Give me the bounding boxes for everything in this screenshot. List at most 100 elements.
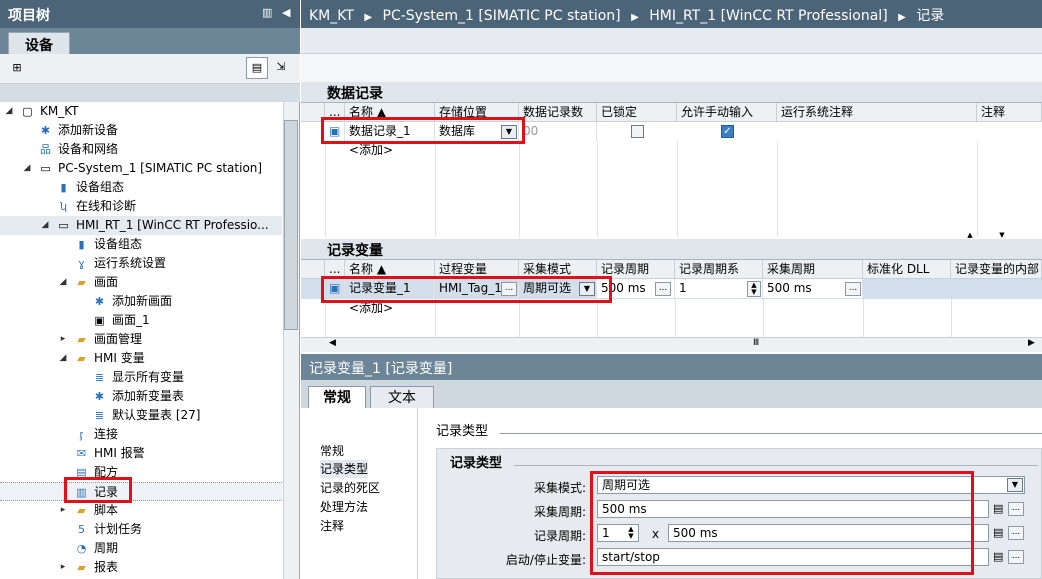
list-icon[interactable]: ▤ (993, 526, 1003, 539)
tree-item-hmi-tags[interactable]: ◢ ▰ HMI 变量 (0, 349, 282, 368)
tree-item-hmi-rt[interactable]: ◢ ▭ HMI_RT_1 [WinCC RT Professio... (0, 216, 282, 235)
tag-browse-button[interactable]: ... (501, 282, 517, 296)
tree-item-pc-system[interactable]: ◢ ▭ PC-System_1 [SIMATIC PC station] (0, 159, 282, 178)
col-header-comment[interactable]: 注释 (977, 103, 1042, 122)
datalog-add-row[interactable]: <添加> (345, 141, 435, 160)
datalog-section-title: 数据记录 (301, 82, 1042, 102)
col-header-acq-mode[interactable]: 采集模式 (519, 260, 597, 279)
collapse-left-icon[interactable]: ◀ (282, 6, 290, 19)
view-icon[interactable]: ▤ (246, 57, 268, 79)
nav-log-type[interactable]: 记录类型 (320, 460, 369, 478)
log-factor-spinner[interactable]: ▲ ▼ (624, 526, 638, 542)
nav-deadband[interactable]: 记录的死区 (320, 479, 380, 497)
col-header-log-cycle[interactable]: 记录周期 (597, 260, 675, 279)
screen-icon: ▣ (94, 314, 105, 327)
tree-item-scripts[interactable]: ▸ ▰ 脚本 (0, 501, 282, 520)
diagnostics-icon: ʮ (59, 200, 68, 213)
folder-icon: ▰ (77, 561, 86, 574)
breadcrumb-hmi[interactable]: HMI_RT_1 [WinCC RT Professional] (649, 8, 887, 24)
mode-dropdown-icon[interactable]: ▼ (579, 282, 595, 296)
tab-devices[interactable]: 设备 (8, 32, 70, 56)
col-header-process-tag[interactable]: 过程变量 (435, 260, 519, 279)
col-header-name[interactable]: 名称 ▲ (345, 260, 435, 279)
tree-item-runtime-settings[interactable]: ɣ 运行系统设置 (0, 254, 282, 273)
tree-item-hmi-device-config[interactable]: ▮ 设备组态 (0, 235, 282, 254)
label-acq-cycle: 采集周期: (533, 505, 586, 519)
acq-mode-select[interactable]: 周期可选 (597, 476, 1025, 494)
col-header-name[interactable]: 名称 ▲ (345, 103, 435, 122)
acq-mode-dropdown-icon[interactable]: ▼ (1007, 478, 1023, 492)
datalog-grid: ... 名称 ▲ 存储位置 数据记录数 已锁定 允许手动输入 运行系统注释 注释… (301, 102, 1042, 237)
col-header-locked[interactable]: 已锁定 (597, 103, 677, 122)
log-cycle-field[interactable]: 500 ms (668, 524, 989, 542)
start-stop-field[interactable]: start/stop (597, 548, 989, 566)
tree-item-devices-networks[interactable]: 品设备和网络 (0, 140, 282, 159)
manual-input-checkbox[interactable]: ✓ (721, 125, 734, 138)
col-header-count[interactable]: 数据记录数 (519, 103, 597, 122)
tree-item-device-config[interactable]: ▮ 设备组态 (0, 178, 282, 197)
tree-item-add-screen[interactable]: ✱ 添加新画面 (0, 292, 282, 311)
acq-cycle-field[interactable]: 500 ms (597, 500, 989, 518)
tree-item-recipes[interactable]: ▤ 配方 (0, 463, 282, 482)
start-stop-browse[interactable]: ... (1008, 550, 1024, 564)
acq-browse-button[interactable]: ... (845, 282, 861, 296)
tree-item-show-all-tags[interactable]: ≣ 显示所有变量 (0, 368, 282, 387)
col-header-dll[interactable]: 标准化 DLL (863, 260, 951, 279)
tree-item-connections[interactable]: ᶉ 连接 (0, 425, 282, 444)
folder-icon: ▰ (77, 504, 86, 517)
col-header-acq-cycle[interactable]: 采集周期 (763, 260, 863, 279)
tree-item-online-diag[interactable]: ʮ 在线和诊断 (0, 197, 282, 216)
tree-item-default-tag-table[interactable]: ≣ 默认变量表 [27] (0, 406, 282, 425)
list-icon[interactable]: ▤ (993, 550, 1003, 563)
tree-item-screen-mgmt[interactable]: ▸ ▰ 画面管理 (0, 330, 282, 349)
nav-comment[interactable]: 注释 (320, 517, 344, 535)
breadcrumb-logs[interactable]: 记录 (916, 8, 944, 24)
col-header: ... (325, 103, 345, 122)
col-header-internal[interactable]: 记录变量的内部 (951, 260, 1042, 279)
storage-dropdown-icon[interactable]: ▼ (501, 125, 517, 139)
scroll-up-icon[interactable]: ▲ (958, 231, 982, 239)
log-cycle-browse[interactable]: ... (1008, 526, 1024, 540)
tree-item-km-kt[interactable]: ◢ ▢ KM_KT (0, 102, 282, 121)
folder-icon: ▰ (77, 352, 86, 365)
cycle-browse-button[interactable]: ... (655, 282, 671, 296)
col-header-storage[interactable]: 存储位置 (435, 103, 519, 122)
tree-item-add-device[interactable]: ✱ 添加新设备 (0, 121, 282, 140)
group-title-log-type: 记录类型 (450, 452, 507, 471)
tree-item-screens[interactable]: ◢ ▰ 画面 (0, 273, 282, 292)
device-config-icon: ▮ (60, 181, 67, 194)
nav-processing[interactable]: 处理方法 (320, 498, 368, 516)
tab-text[interactable]: 文本 (370, 386, 434, 408)
col-header-rt-comment[interactable]: 运行系统注释 (777, 103, 977, 122)
col-header-log-factor[interactable]: 记录周期系 (675, 260, 763, 279)
col-header-manual[interactable]: 允许手动输入 (677, 103, 777, 122)
scroll-left-icon[interactable]: ◀ (329, 338, 336, 348)
tree-item-scheduled-tasks[interactable]: 5 计划任务 (0, 520, 282, 539)
tree-item-screen-1[interactable]: ▣ 画面_1 (0, 311, 282, 330)
locked-checkbox[interactable] (631, 125, 644, 138)
datalog-name-cell[interactable]: 数据记录_1 (345, 122, 435, 141)
export-icon[interactable]: ⇲ (270, 57, 292, 79)
tree-item-logs[interactable]: ▥ 记录 (0, 482, 282, 501)
tree-scrollbar-thumb[interactable] (284, 120, 298, 330)
logtag-add-row[interactable]: <添加> (345, 299, 435, 318)
tree-item-hmi-alarms[interactable]: ✉ HMI 报警 (0, 444, 282, 463)
scroll-grip-icon[interactable]: Ⅲ (753, 338, 759, 348)
datalog-count-cell[interactable]: 00 (519, 122, 597, 141)
list-icon[interactable]: ▤ (993, 502, 1003, 515)
scroll-down-icon[interactable]: ▼ (990, 231, 1014, 239)
grid-hscrollbar[interactable]: ◀ Ⅲ ▶ (301, 337, 1042, 352)
tab-general[interactable]: 常规 (308, 386, 366, 408)
breadcrumb-project[interactable]: KM_KT (309, 8, 354, 24)
panel-layout-icon[interactable]: ▥ (262, 6, 272, 19)
tree-item-add-tag-table[interactable]: ✱ 添加新变量表 (0, 387, 282, 406)
add-device-icon[interactable]: ⊞ (6, 58, 28, 80)
tree-item-cycles[interactable]: ◔ 周期 (0, 539, 282, 558)
acq-cycle-browse[interactable]: ... (1008, 502, 1024, 516)
nav-general[interactable]: 常规 (320, 442, 344, 460)
logtag-name-cell[interactable]: 记录变量_1 (345, 279, 435, 298)
tree-item-reports[interactable]: ▸ ▰ 报表 (0, 558, 282, 577)
breadcrumb-pc-system[interactable]: PC-System_1 [SIMATIC PC station] (383, 8, 621, 24)
factor-spinner[interactable]: ▲ ▼ (747, 281, 761, 297)
scroll-right-icon[interactable]: ▶ (1028, 338, 1035, 348)
